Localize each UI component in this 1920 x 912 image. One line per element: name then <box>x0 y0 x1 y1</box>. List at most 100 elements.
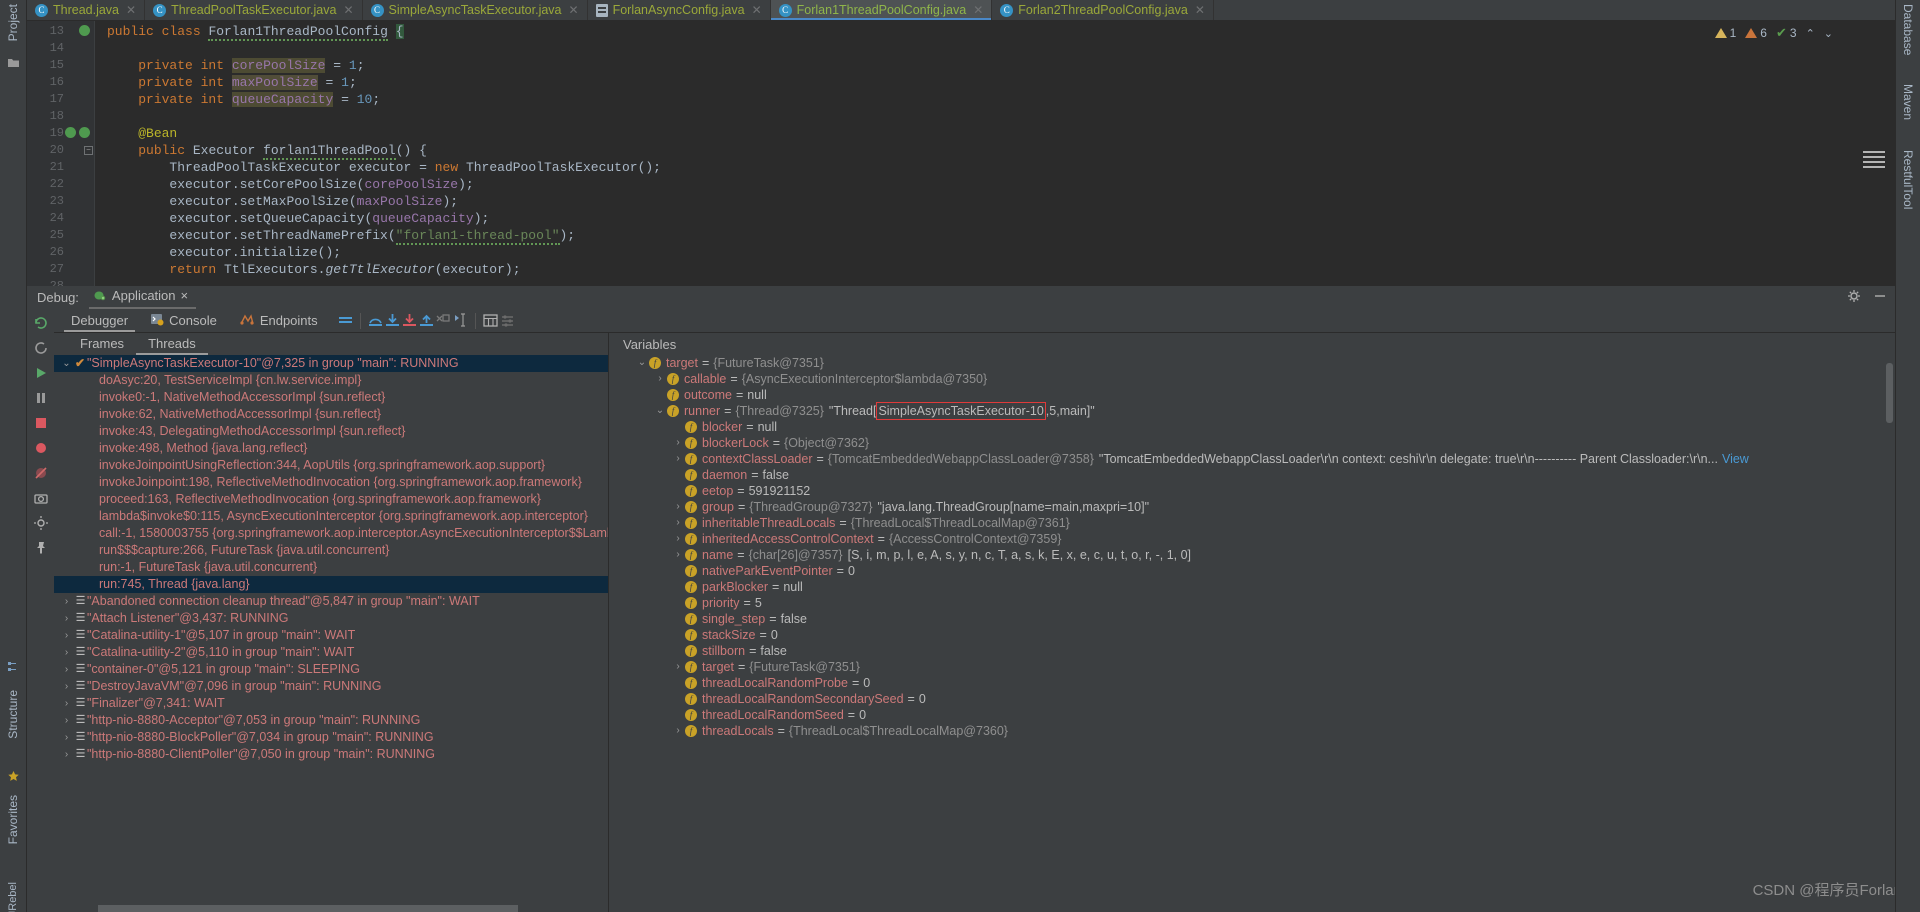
chevron-right-icon[interactable]: › <box>671 547 685 563</box>
chevron-down-icon[interactable]: ⌄ <box>60 355 73 372</box>
variable-row[interactable]: › f callable = {AsyncExecutionIntercepto… <box>609 371 1895 387</box>
chevron-right-icon[interactable]: › <box>60 593 73 610</box>
sidebar-item-favorites[interactable]: Favorites <box>6 795 20 844</box>
stack-frame-row[interactable]: invoke:62, NativeMethodAccessorImpl {sun… <box>54 406 608 423</box>
variable-row[interactable]: f blocker = null <box>609 419 1895 435</box>
thread-row[interactable]: › ☰ "Finalizer"@7,341: WAIT <box>54 695 608 712</box>
chevron-down-icon[interactable]: ⌄ <box>653 403 667 419</box>
variable-row[interactable]: f parkBlocker = null <box>609 579 1895 595</box>
chevron-right-icon[interactable]: › <box>671 723 685 739</box>
frames-horizontal-scrollbar[interactable] <box>54 905 608 912</box>
fold-toggle-icon[interactable]: − <box>84 146 93 155</box>
pin-icon[interactable] <box>33 540 49 556</box>
close-icon[interactable]: ✕ <box>126 3 136 17</box>
editor-tab-simpleasynctaskexecutor[interactable]: C SimpleAsyncTaskExecutor.java ✕ <box>363 0 588 20</box>
code-text[interactable]: public class Forlan1ThreadPoolConfig { p… <box>95 21 1895 286</box>
update-icon[interactable] <box>33 340 49 356</box>
variables-vertical-scrollbar[interactable] <box>1886 363 1893 423</box>
weak-warning-badge[interactable]: 6 <box>1745 26 1767 40</box>
step-out-icon[interactable] <box>418 312 435 329</box>
editor-tab-thread[interactable]: C Thread.java ✕ <box>27 0 146 20</box>
stack-frame-row[interactable]: run$$$capture:266, FutureTask {java.util… <box>54 542 608 559</box>
chevron-right-icon[interactable]: › <box>60 610 73 627</box>
stop-icon[interactable] <box>33 415 49 431</box>
stack-frame-row[interactable]: doAsyc:20, TestServiceImpl {cn.lw.servic… <box>54 372 608 389</box>
variable-row[interactable]: › f name = {char[26]@7357} [S, i, m, p, l… <box>609 547 1895 563</box>
sidebar-item-project[interactable]: Project <box>6 4 20 41</box>
variable-row[interactable]: › f group = {ThreadGroup@7327} "java.lang… <box>609 499 1895 515</box>
chevron-right-icon[interactable]: › <box>60 695 73 712</box>
step-over-icon[interactable] <box>367 312 384 329</box>
sidebar-item-jrebel[interactable]: JRebel <box>7 882 19 912</box>
force-step-into-icon[interactable] <box>401 312 418 329</box>
sidebar-item-restfultool[interactable]: RestfulTool <box>1901 150 1915 209</box>
view-link[interactable]: View <box>1722 451 1749 467</box>
camera-icon[interactable] <box>33 490 49 506</box>
thread-row[interactable]: › ☰ "Abandoned connection cleanup thread"@… <box>54 593 608 610</box>
tab-endpoints[interactable]: Endpoints <box>228 309 329 332</box>
variable-row[interactable]: › f inheritableThreadLocals = {ThreadLoca… <box>609 515 1895 531</box>
editor-tab-forlan1threadpoolconfig[interactable]: C Forlan1ThreadPoolConfig.java ✕ <box>770 0 993 20</box>
tab-debugger[interactable]: Debugger <box>60 309 139 332</box>
variable-row[interactable]: f single_step = false <box>609 611 1895 627</box>
chevron-down-icon[interactable]: ⌄ <box>635 355 649 371</box>
variable-row[interactable]: ⌄ f runner = {Thread@7325} "Thread[Simpl… <box>609 402 1895 420</box>
chevron-right-icon[interactable]: › <box>671 435 685 451</box>
layout-icon[interactable] <box>337 312 354 329</box>
close-icon[interactable]: × <box>181 288 189 303</box>
thread-row[interactable]: › ☰ "container-0"@5,121 in group "main": S… <box>54 661 608 678</box>
variable-row[interactable]: f threadLocalRandomSeed = 0 <box>609 707 1895 723</box>
variable-row[interactable]: › f threadLocals = {ThreadLocal$ThreadLoc… <box>609 723 1895 739</box>
override-gutter-icon[interactable] <box>64 127 76 139</box>
stack-frame-row[interactable]: run:745, Thread {java.lang} <box>54 576 608 593</box>
editor-tab-threadpooltaskexecutor[interactable]: C ThreadPoolTaskExecutor.java ✕ <box>145 0 363 20</box>
chevron-right-icon[interactable]: › <box>60 678 73 695</box>
variable-row[interactable]: ⌄ f target = {FutureTask@7351} <box>609 355 1895 371</box>
stack-frame-row[interactable]: invoke:498, Method {java.lang.reflect} <box>54 440 608 457</box>
chevron-right-icon[interactable]: › <box>60 661 73 678</box>
rerun-icon[interactable] <box>33 315 49 331</box>
variable-row[interactable]: f nativeParkEventPointer = 0 <box>609 563 1895 579</box>
thread-row[interactable]: › ☰ "Catalina-utility-1"@5,107 in group "m… <box>54 627 608 644</box>
pause-icon[interactable] <box>33 390 49 406</box>
tab-frames[interactable]: Frames <box>68 334 136 355</box>
mute-breakpoints-icon[interactable] <box>33 465 49 481</box>
stack-frame-row[interactable]: invoke:43, DelegatingMethodAccessorImpl … <box>54 423 608 440</box>
chevron-right-icon[interactable]: › <box>60 627 73 644</box>
close-icon[interactable]: ✕ <box>752 3 762 17</box>
chevron-right-icon[interactable]: › <box>671 451 685 467</box>
sidebar-item-structure[interactable]: Structure <box>6 690 20 739</box>
chevron-down-icon[interactable]: ⌄ <box>1824 27 1833 40</box>
stack-frame-row[interactable]: run:-1, FutureTask {java.util.concurrent… <box>54 559 608 576</box>
thread-row[interactable]: ⌄ ✔ "SimpleAsyncTaskExecutor-10"@7,325 i… <box>54 355 608 372</box>
chevron-right-icon[interactable]: › <box>653 371 667 387</box>
variable-row[interactable]: f priority = 5 <box>609 595 1895 611</box>
drop-frame-icon[interactable] <box>435 312 452 329</box>
stack-frame-row[interactable]: invokeJoinpoint:198, ReflectiveMethodInv… <box>54 474 608 491</box>
variable-row[interactable]: › f contextClassLoader = {TomcatEmbeddedW… <box>609 451 1895 467</box>
thread-row[interactable]: › ☰ "http-nio-8880-ClientPoller"@7,050 in … <box>54 746 608 763</box>
evaluate-icon[interactable] <box>482 312 499 329</box>
minimize-icon[interactable] <box>1873 289 1887 306</box>
gear-icon[interactable] <box>1847 289 1861 306</box>
editor-tab-forlan2threadpoolconfig[interactable]: C Forlan2ThreadPoolConfig.java ✕ <box>992 0 1214 20</box>
chevron-right-icon[interactable]: › <box>671 499 685 515</box>
chevron-right-icon[interactable]: › <box>671 531 685 547</box>
editor-gutter[interactable]: 13 14 15 16 17 18 19 20 − 21 22 23 24 25… <box>27 21 95 286</box>
settings-list-icon[interactable] <box>499 312 516 329</box>
thread-row[interactable]: › ☰ "Attach Listener"@3,437: RUNNING <box>54 610 608 627</box>
run-to-cursor-icon[interactable] <box>452 312 469 329</box>
close-icon[interactable]: ✕ <box>973 3 983 17</box>
chevron-right-icon[interactable]: › <box>671 515 685 531</box>
variables-tree[interactable]: ⌄ f target = {FutureTask@7351} › f calla… <box>609 355 1895 912</box>
variable-row[interactable]: f daemon = false <box>609 467 1895 483</box>
tab-console[interactable]: Console <box>139 309 228 332</box>
chevron-up-icon[interactable]: ⌃ <box>1806 27 1815 40</box>
close-icon[interactable]: ✕ <box>343 3 353 17</box>
threads-list[interactable]: ⌄ ✔ "SimpleAsyncTaskExecutor-10"@7,325 i… <box>54 355 608 912</box>
chevron-right-icon[interactable]: › <box>60 746 73 763</box>
bean-gutter-icon[interactable] <box>78 127 90 139</box>
ok-badge[interactable]: ✔ 3 <box>1776 25 1797 41</box>
close-icon[interactable]: ✕ <box>569 3 579 17</box>
variable-row[interactable]: f threadLocalRandomSecondarySeed = 0 <box>609 691 1895 707</box>
